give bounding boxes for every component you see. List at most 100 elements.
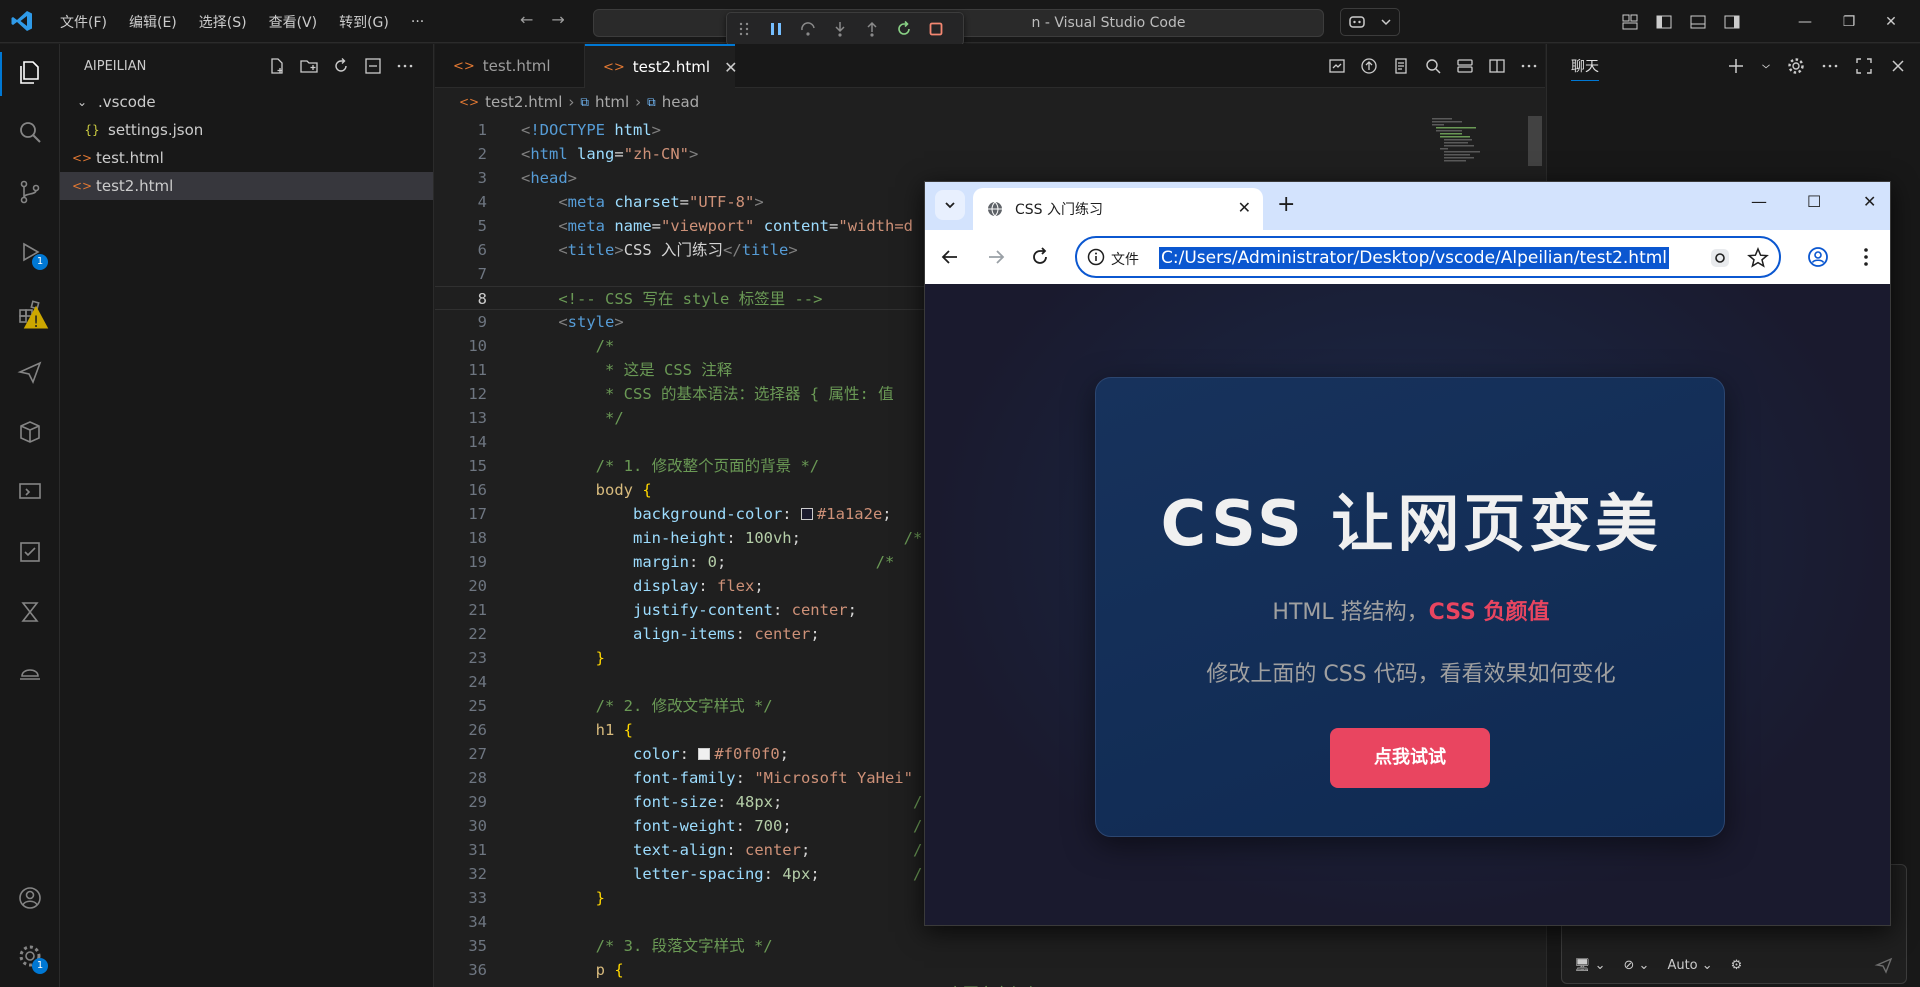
gear-icon[interactable] <box>1786 56 1806 76</box>
timeline-icon[interactable] <box>14 596 46 628</box>
forward-arrow-icon[interactable]: → <box>551 10 564 29</box>
more-actions-icon[interactable] <box>1519 56 1539 76</box>
package-icon[interactable] <box>14 416 46 448</box>
toggle-secondary-sidebar-icon[interactable] <box>1722 12 1742 32</box>
customize-layout-icon[interactable] <box>1620 12 1640 32</box>
code-line[interactable]: 37 color: #a0a0a0; /* 次要文字颜色 */ <box>435 982 1545 987</box>
run-debug-icon[interactable]: 1 <box>14 236 48 270</box>
code-line[interactable]: 35 /* 3. 段落文字样式 */ <box>435 934 1545 958</box>
info-icon[interactable] <box>1087 248 1105 266</box>
stop-icon[interactable] <box>927 20 945 38</box>
back-arrow-icon[interactable] <box>939 246 961 268</box>
pause-icon[interactable] <box>767 20 785 38</box>
browser-minimize-button[interactable]: — <box>1751 192 1767 211</box>
close-tab-icon[interactable]: ✕ <box>724 58 737 77</box>
code-line[interactable]: 36 p { <box>435 958 1545 982</box>
tools-icon[interactable]: ⊘ ⌄ <box>1624 958 1650 973</box>
tab-test-html[interactable]: <> test.html <box>435 44 585 88</box>
profile-icon[interactable] <box>1807 246 1829 268</box>
tab-test2-html[interactable]: <> test2.html ✕ <box>585 44 738 88</box>
account-icon[interactable] <box>14 882 46 914</box>
content-card: CSS 让网页变美 HTML 搭结构，CSS 负颜值 修改上面的 CSS 代码，… <box>1095 377 1725 837</box>
restore-button[interactable]: ❐ <box>1834 0 1864 43</box>
element-icon: ⧉ <box>647 94 656 109</box>
menu-selection[interactable]: 选择(S) <box>191 8 255 36</box>
kebab-menu-icon[interactable] <box>1855 246 1877 268</box>
more-actions-icon[interactable] <box>1820 56 1840 76</box>
step-into-icon[interactable] <box>831 20 849 38</box>
tree-file-settings-json[interactable]: {} settings.json <box>60 116 433 144</box>
attach-context-icon[interactable]: 🖥 ⌄ <box>1574 958 1606 973</box>
browser-maximize-button[interactable]: ☐ <box>1807 192 1821 211</box>
globe-icon <box>988 201 1002 217</box>
menu-file[interactable]: 文件(F) <box>52 8 115 36</box>
menu-view[interactable]: 查看(V) <box>261 8 326 36</box>
forward-arrow-icon[interactable] <box>985 246 1007 268</box>
close-icon[interactable] <box>1888 56 1908 76</box>
upload-icon[interactable] <box>1359 56 1379 76</box>
menu-more-button[interactable]: ··· <box>403 10 432 34</box>
new-tab-button[interactable]: + <box>1277 192 1295 217</box>
copilot-button[interactable] <box>1340 8 1400 36</box>
more-actions-icon[interactable] <box>395 56 415 76</box>
extensions-icon[interactable]: ! <box>14 296 49 331</box>
chevron-down-icon <box>1381 19 1391 26</box>
try-me-button[interactable]: 点我试试 <box>1330 728 1490 788</box>
source-control-icon[interactable] <box>14 176 46 208</box>
star-icon[interactable] <box>1747 247 1769 269</box>
compare-icon[interactable] <box>1455 56 1475 76</box>
browser-tab[interactable]: CSS 入门练习 ✕ <box>973 188 1263 230</box>
menu-go[interactable]: 转到(G) <box>331 8 397 36</box>
toggle-panel-icon[interactable] <box>1688 12 1708 32</box>
line-number: 17 <box>468 505 487 523</box>
close-tab-icon[interactable]: ✕ <box>1238 198 1251 217</box>
find-icon[interactable] <box>1423 56 1443 76</box>
explorer-icon[interactable] <box>14 56 46 88</box>
collapse-all-icon[interactable] <box>363 56 383 76</box>
tab-search-button[interactable] <box>935 190 965 220</box>
step-out-icon[interactable] <box>863 20 881 38</box>
breadcrumb-head[interactable]: head <box>662 93 699 111</box>
menu-edit[interactable]: 编辑(E) <box>121 8 185 36</box>
editor-scrollbar[interactable] <box>1528 116 1542 166</box>
search-icon[interactable] <box>14 116 46 148</box>
split-editor-icon[interactable] <box>1487 56 1507 76</box>
testing-icon[interactable] <box>14 536 46 568</box>
tree-file-test2-html[interactable]: <> test2.html <box>60 172 433 200</box>
restart-icon[interactable] <box>895 20 913 38</box>
tree-file-test-html[interactable]: <> test.html <box>60 144 433 172</box>
maximize-icon[interactable] <box>1854 56 1874 76</box>
refresh-icon[interactable] <box>331 56 351 76</box>
remote-explorer-icon[interactable] <box>14 476 46 508</box>
new-chat-icon[interactable] <box>1726 56 1746 76</box>
send-icon[interactable] <box>14 356 46 388</box>
reload-icon[interactable] <box>1029 246 1051 268</box>
close-window-button[interactable]: ✕ <box>1862 0 1920 43</box>
notes-icon[interactable] <box>1391 56 1411 76</box>
preview-icon[interactable] <box>1327 56 1347 76</box>
toggle-sidebar-icon[interactable] <box>1654 12 1674 32</box>
minimize-button[interactable]: — <box>1776 0 1834 43</box>
settings-gear-icon[interactable]: 1 <box>14 940 48 974</box>
minimap[interactable] <box>1430 116 1500 176</box>
send-icon[interactable] <box>1874 955 1894 975</box>
chevron-down-icon[interactable] <box>1760 56 1772 76</box>
lens-icon[interactable] <box>1709 247 1731 269</box>
browser-close-button[interactable]: ✕ <box>1863 192 1876 211</box>
breadcrumb-file[interactable]: test2.html <box>485 93 562 111</box>
code-line[interactable]: 1 <!DOCTYPE html> <box>435 118 1545 142</box>
step-over-icon[interactable] <box>799 20 817 38</box>
model-picker[interactable]: Auto ⌄ <box>1667 958 1712 973</box>
configure-tools-icon[interactable]: ⚙ <box>1731 958 1743 973</box>
docker-icon[interactable] <box>14 656 46 688</box>
breadcrumb-html[interactable]: html <box>595 93 629 111</box>
url-text[interactable]: C:/Users/Administrator/Desktop/vscode/Al… <box>1159 247 1670 269</box>
new-file-icon[interactable] <box>267 56 287 76</box>
chat-title[interactable]: 聊天 <box>1571 56 1599 81</box>
drag-handle-icon[interactable] <box>735 20 753 38</box>
code-line[interactable]: 2 <html lang="zh-CN"> <box>435 142 1545 166</box>
new-folder-icon[interactable] <box>299 56 319 76</box>
address-bar[interactable]: 文件 C:/Users/Administrator/Desktop/vscode… <box>1075 236 1781 278</box>
tree-folder-vscode[interactable]: ⌄ .vscode <box>60 88 433 116</box>
back-arrow-icon[interactable]: ← <box>520 10 533 29</box>
